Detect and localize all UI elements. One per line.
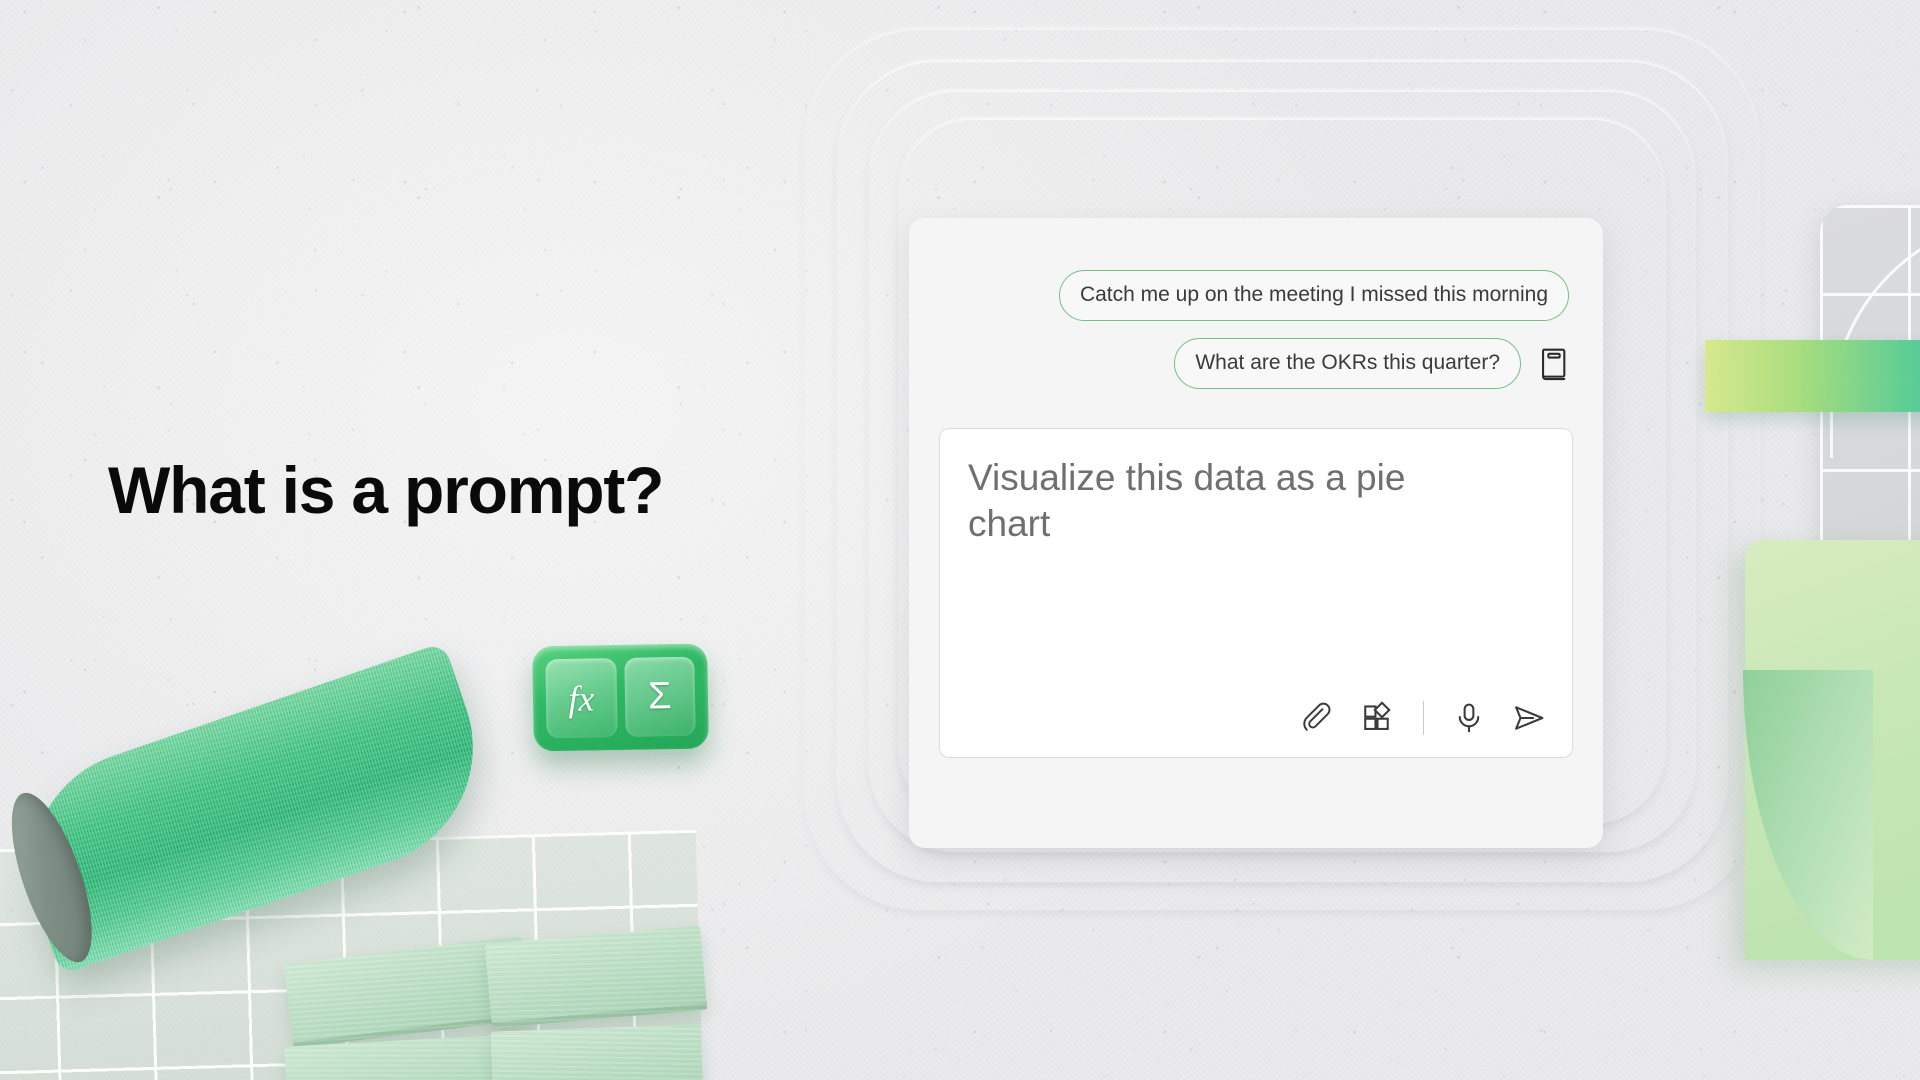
fx-symbol: fx (545, 658, 618, 739)
mint-block-prop (490, 1024, 704, 1080)
excel-function-keycap-prop: fx Σ (532, 643, 709, 752)
microphone-icon[interactable] (1452, 701, 1486, 735)
page-title: What is a prompt? (108, 453, 664, 527)
suggestion-row: What are the OKRs this quarter? (939, 338, 1569, 389)
attach-paperclip-icon[interactable] (1301, 701, 1335, 735)
suggestion-chip-catch-me-up[interactable]: Catch me up on the meeting I missed this… (1058, 270, 1569, 321)
prompt-input-text[interactable]: Visualize this data as a pie chart (968, 455, 1438, 548)
copilot-prompt-card: Catch me up on the meeting I missed this… (909, 218, 1603, 848)
gradient-tape-prop (1705, 340, 1920, 412)
suggestion-row: Catch me up on the meeting I missed this… (939, 270, 1569, 321)
prompt-composer[interactable]: Visualize this data as a pie chart (939, 428, 1573, 758)
sigma-symbol: Σ (623, 656, 696, 737)
toolbar-divider (1423, 701, 1424, 735)
composer-toolbar (1301, 701, 1546, 735)
suggestion-chip-okrs[interactable]: What are the OKRs this quarter? (1174, 338, 1521, 389)
suggestion-chip-list: Catch me up on the meeting I missed this… (909, 270, 1603, 389)
send-icon[interactable] (1512, 701, 1546, 735)
book-icon[interactable] (1539, 347, 1569, 381)
curled-green-sheet-prop (1743, 540, 1920, 960)
plugins-grid-icon[interactable] (1361, 701, 1395, 735)
slide-canvas: fx Σ What is a prompt? Catch me up on th… (0, 0, 1920, 1080)
